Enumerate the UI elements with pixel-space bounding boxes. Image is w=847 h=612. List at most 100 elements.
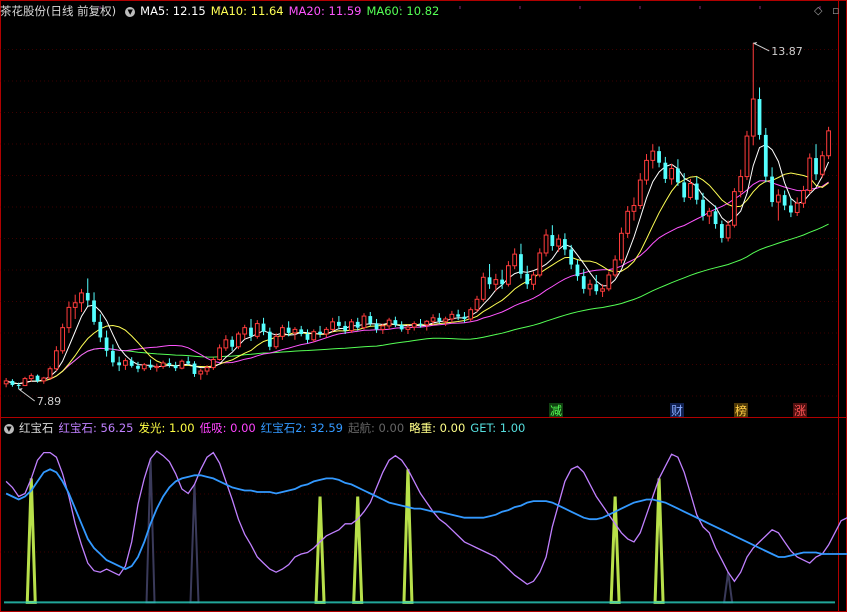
event-badge[interactable]: 财 xyxy=(670,403,684,418)
candle xyxy=(676,159,680,186)
candle xyxy=(587,279,593,296)
event-badge[interactable]: 减 xyxy=(549,403,563,418)
candle xyxy=(192,361,197,377)
candle xyxy=(750,42,756,146)
candle xyxy=(789,198,793,218)
candle xyxy=(318,325,322,338)
candle xyxy=(110,344,115,367)
candle xyxy=(374,318,379,333)
ma-label: MA60: 10.82 xyxy=(366,4,440,18)
candle xyxy=(770,167,774,207)
ma20-line xyxy=(5,180,829,385)
candle xyxy=(456,309,461,321)
candle xyxy=(644,154,649,185)
candle xyxy=(85,278,90,307)
candle xyxy=(279,324,285,340)
candle xyxy=(323,327,329,338)
candle xyxy=(807,153,813,194)
candle xyxy=(682,173,687,203)
stock-title: 茶花股份(日线 前复权) xyxy=(0,4,117,18)
candle xyxy=(148,359,153,370)
candle xyxy=(330,317,335,332)
candle xyxy=(631,197,637,221)
candle xyxy=(619,227,624,264)
candle xyxy=(236,331,241,350)
candle xyxy=(418,318,423,328)
candle xyxy=(694,176,699,205)
candle xyxy=(550,225,555,251)
candle xyxy=(706,207,712,225)
ma60-line xyxy=(5,223,829,385)
candle xyxy=(826,126,831,160)
ma-label: MA10: 11.64 xyxy=(210,4,284,18)
candle xyxy=(474,295,480,313)
event-badges: 减财榜涨 xyxy=(549,403,807,418)
candle xyxy=(732,188,737,228)
candle xyxy=(763,127,768,183)
candle xyxy=(782,190,787,211)
window-control-icon[interactable]: ▫ xyxy=(832,4,839,17)
ma5-line xyxy=(5,144,830,385)
candle xyxy=(98,314,103,343)
candle xyxy=(129,357,134,368)
candle xyxy=(305,329,310,344)
diamond-icon[interactable]: ◇ xyxy=(814,4,822,17)
event-label: 榜 xyxy=(735,403,747,418)
candle xyxy=(719,220,724,243)
chevron-down-icon[interactable]: ▼ xyxy=(125,6,136,17)
indicator-label: 发光: 1.00 xyxy=(138,421,195,435)
candle xyxy=(688,178,693,200)
candle xyxy=(669,163,675,185)
candle xyxy=(311,329,317,343)
candle xyxy=(154,363,160,372)
indicator-label: 红宝石: 56.25 xyxy=(58,421,134,435)
candle xyxy=(53,346,59,372)
pulse-mark xyxy=(189,484,200,604)
indicator-label: 低吸: 0.00 xyxy=(199,421,256,435)
candle xyxy=(92,292,96,325)
chevron-down-icon[interactable]: ▼ xyxy=(4,423,14,434)
candle xyxy=(411,321,417,331)
candle xyxy=(801,185,806,208)
candle xyxy=(22,376,28,387)
candle xyxy=(160,360,166,369)
candle xyxy=(230,336,235,351)
candle xyxy=(405,324,411,335)
candle xyxy=(657,146,661,168)
candle xyxy=(537,248,543,278)
price-header: 茶花股份(日线 前复权) ▼ MA5: 12.15 MA10: 11.64 MA20: … xyxy=(0,2,449,20)
price-grid xyxy=(0,0,847,612)
candle xyxy=(449,310,455,323)
candle xyxy=(744,130,750,181)
indicator-label: 起航: 0.00 xyxy=(348,421,405,435)
candle xyxy=(167,358,172,368)
candle xyxy=(28,373,34,382)
candle xyxy=(41,376,47,384)
candle xyxy=(173,361,178,372)
event-badge[interactable]: 榜 xyxy=(734,403,748,418)
event-label: 减 xyxy=(550,404,562,418)
candle xyxy=(361,313,367,330)
candle xyxy=(575,259,580,281)
indicator-series-line xyxy=(5,468,847,571)
candle xyxy=(117,356,122,372)
ma10-line xyxy=(5,172,829,385)
indicator-header: ▼ 红宝石 红宝石: 56.25 发光: 1.00 低吸: 0.00 红宝石2: 32.5… xyxy=(0,419,535,437)
candle xyxy=(487,263,492,289)
event-badge[interactable]: 涨 xyxy=(793,403,807,418)
candle xyxy=(612,255,618,278)
candle xyxy=(79,288,84,313)
candle xyxy=(299,325,304,337)
candle xyxy=(399,321,404,332)
ma-label: MA20: 11.59 xyxy=(288,4,362,18)
candle xyxy=(625,206,631,238)
pulse-mark xyxy=(653,478,665,604)
candle xyxy=(123,358,128,370)
candle xyxy=(519,243,523,279)
candle xyxy=(563,233,567,256)
candle xyxy=(757,87,762,140)
candle xyxy=(512,248,518,270)
candle xyxy=(637,173,643,209)
candle xyxy=(3,378,9,388)
candle xyxy=(525,265,530,289)
